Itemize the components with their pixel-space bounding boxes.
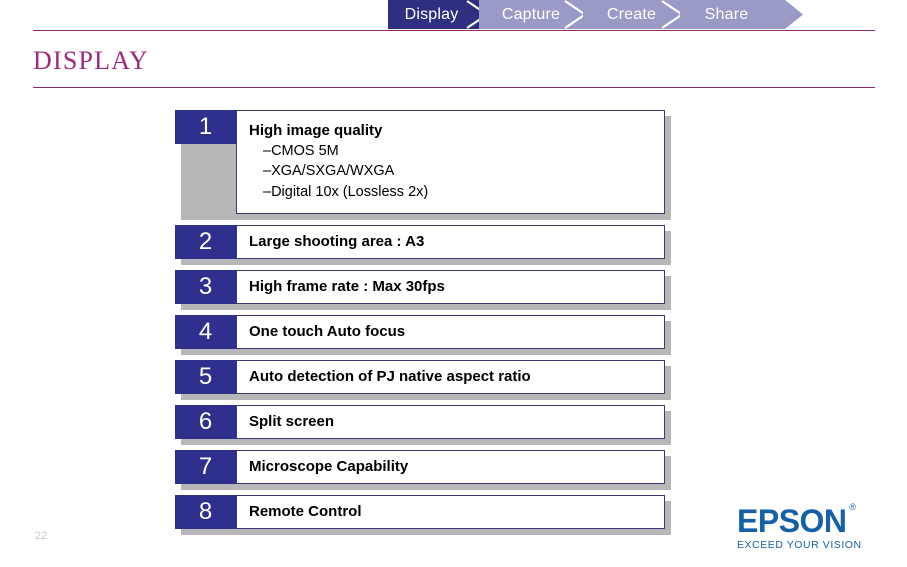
feature-panel: High frame rate : Max 30fps <box>236 270 665 304</box>
feature-title: One touch Auto focus <box>249 322 406 340</box>
feature-number-badge: 2 <box>175 225 236 259</box>
epson-wordmark-text: EPSON <box>737 503 847 539</box>
feature-number-badge: 1 <box>175 110 236 144</box>
feature-row[interactable]: 4 One touch Auto focus <box>175 315 671 355</box>
feature-row[interactable]: 6 Split screen <box>175 405 671 445</box>
feature-number-badge: 6 <box>175 405 236 439</box>
feature-row[interactable]: 8 Remote Control <box>175 495 671 535</box>
feature-title: High image quality <box>249 121 383 139</box>
header-divider-top <box>33 30 875 31</box>
breadcrumb-tab-capture[interactable]: Capture <box>479 0 587 29</box>
feature-title: Auto detection of PJ native aspect ratio <box>249 367 531 385</box>
breadcrumb-tab-display[interactable]: Display <box>388 0 489 29</box>
feature-number-badge: 5 <box>175 360 236 394</box>
feature-panel: One touch Auto focus <box>236 315 665 349</box>
breadcrumb-tab-create[interactable]: Create <box>583 0 684 29</box>
feature-row[interactable]: 3 High frame rate : Max 30fps <box>175 270 671 310</box>
epson-logo: EPSON ® EXCEED YOUR VISION <box>737 503 882 552</box>
feature-panel: Remote Control <box>236 495 665 529</box>
feature-number-badge: 8 <box>175 495 236 529</box>
feature-title: Large shooting area : A3 <box>249 232 425 250</box>
feature-title: High frame rate : Max 30fps <box>249 277 445 295</box>
feature-panel: Split screen <box>236 405 665 439</box>
feature-row[interactable]: 2 Large shooting area : A3 <box>175 225 671 265</box>
feature-subitem: –XGA/SXGA/WXGA <box>263 163 395 180</box>
feature-title: Remote Control <box>249 502 362 520</box>
epson-tagline: EXCEED YOUR VISION <box>737 539 862 551</box>
feature-subitem: –Digital 10x (Lossless 2x) <box>263 183 429 200</box>
feature-list: 1 High image quality –CMOS 5M –XGA/SXGA/… <box>175 110 671 535</box>
process-breadcrumb: Display Capture Create Share <box>388 0 803 29</box>
breadcrumb-tab-share[interactable]: Share <box>680 0 773 29</box>
feature-number-badge: 7 <box>175 450 236 484</box>
breadcrumb-tab-label: Create <box>606 5 657 23</box>
feature-panel: Large shooting area : A3 <box>236 225 665 259</box>
title-divider <box>33 87 875 88</box>
page-title: DISPLAY <box>33 46 149 75</box>
feature-row[interactable]: 7 Microscope Capability <box>175 450 671 490</box>
feature-number-badge: 3 <box>175 270 236 304</box>
feature-title: Microscope Capability <box>249 457 409 475</box>
feature-panel: Microscope Capability <box>236 450 665 484</box>
page-number: 22 <box>35 530 48 542</box>
breadcrumb-end-arrow <box>773 0 803 29</box>
feature-panel: High image quality –CMOS 5M –XGA/SXGA/WX… <box>236 110 665 214</box>
breadcrumb-tab-label: Share <box>704 5 749 23</box>
feature-row[interactable]: 1 High image quality –CMOS 5M –XGA/SXGA/… <box>175 110 671 220</box>
feature-number-badge: 4 <box>175 315 236 349</box>
feature-subitem: –CMOS 5M <box>263 142 339 159</box>
feature-row[interactable]: 5 Auto detection of PJ native aspect rat… <box>175 360 671 400</box>
epson-wordmark: EPSON ® <box>737 503 856 539</box>
breadcrumb-tab-label: Capture <box>501 5 561 23</box>
breadcrumb-tab-label: Display <box>404 5 459 23</box>
feature-panel: Auto detection of PJ native aspect ratio <box>236 360 665 394</box>
registered-trademark-icon: ® <box>849 502 856 512</box>
feature-title: Split screen <box>249 412 335 430</box>
